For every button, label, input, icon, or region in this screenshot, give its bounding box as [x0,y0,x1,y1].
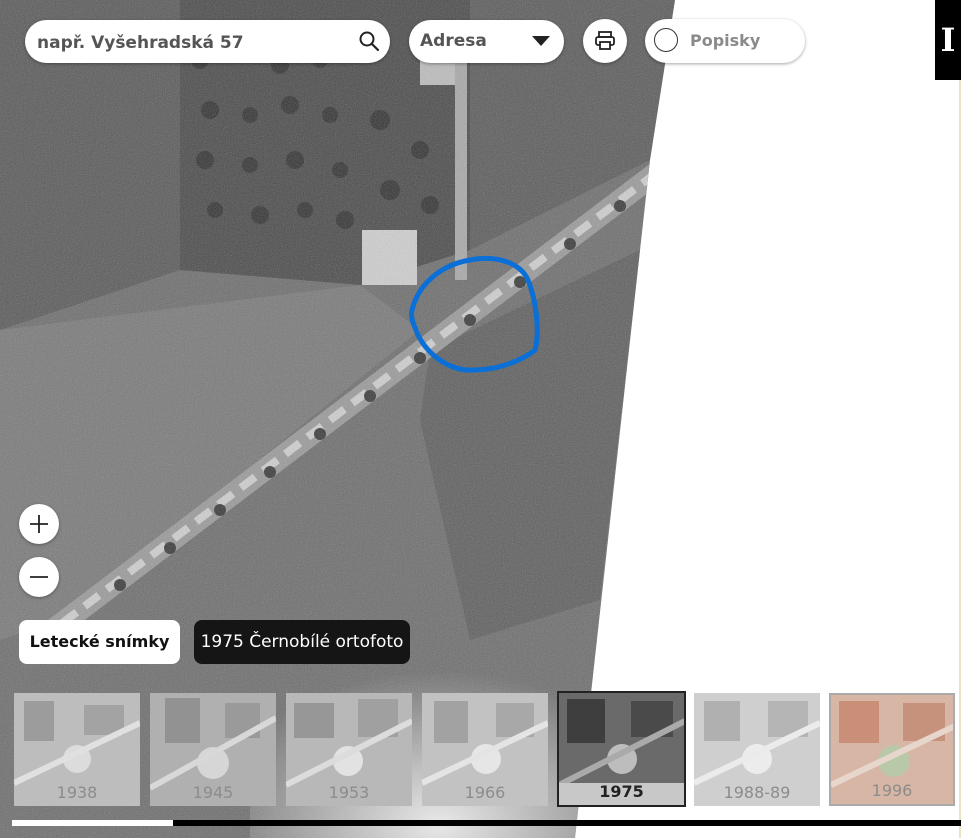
timeline-year: 1996 [871,781,913,800]
timeline-item-1953[interactable]: 1953 [286,693,412,806]
plus-icon [30,515,48,533]
search-mode-value: Adresa [420,31,487,51]
search-mode-select[interactable]: Adresa [409,20,564,63]
timeline-year: 1938 [56,783,98,802]
zoom-out-button[interactable] [19,557,59,597]
timeline-year: 1953 [328,783,370,802]
print-icon [595,31,615,50]
timeline-item-1975[interactable]: 1975 [557,691,686,807]
search-bar[interactable] [25,20,390,65]
timeline-year: 1988-89 [723,783,791,802]
info-button[interactable]: I [935,0,961,80]
current-layer-label: 1975 Černobílé ortofoto [194,620,410,664]
timeline-scrollbar[interactable] [12,820,961,826]
labels-toggle-label: Popisky [690,31,761,50]
search-input[interactable] [35,20,349,65]
timeline-item-1945[interactable]: 1945 [150,693,276,806]
year-timeline: 1938 1945 1953 1966 1975 1988-89 1996 [0,678,961,838]
aerial-photos-button[interactable]: Letecké snímky [19,620,180,664]
timeline-scrollbar-thumb[interactable] [12,820,173,826]
timeline-year: 1945 [192,783,234,802]
zoom-in-button[interactable] [19,504,59,544]
timeline-item-1966[interactable]: 1966 [422,693,548,806]
timeline-item-1988-89[interactable]: 1988-89 [694,693,820,806]
timeline-year: 1966 [464,783,506,802]
timeline-item-1938[interactable]: 1938 [14,693,140,806]
labels-toggle[interactable]: Popisky [645,19,805,63]
chevron-down-icon [532,36,550,46]
timeline-item-1996[interactable]: 1996 [829,693,955,806]
timeline-year: 1975 [599,782,644,801]
print-button[interactable] [583,19,627,63]
minus-icon [30,576,48,578]
search-icon[interactable] [358,30,380,52]
labels-radio[interactable] [654,28,678,52]
